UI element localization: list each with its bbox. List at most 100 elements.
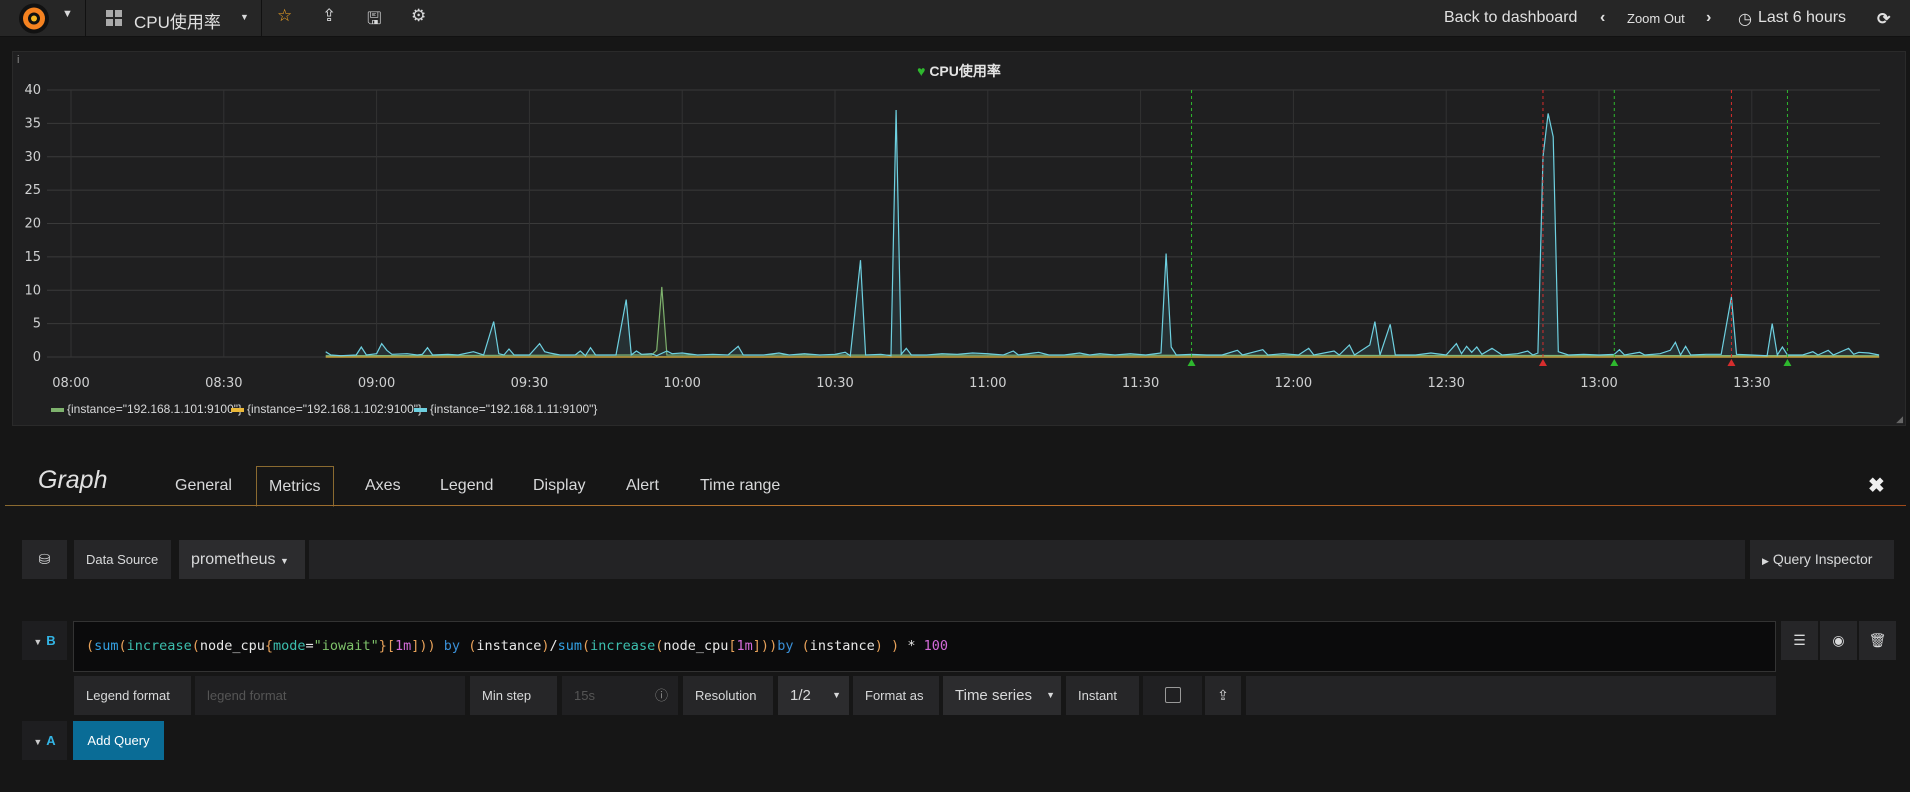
tab-legend[interactable]: Legend bbox=[428, 466, 505, 506]
legend-item[interactable]: {instance="192.168.1.11:9100"} bbox=[414, 402, 597, 416]
query-token: { bbox=[264, 638, 274, 654]
query-ref-id: B bbox=[46, 633, 56, 648]
series-line-2 bbox=[325, 109, 1880, 357]
share-icon[interactable]: ⇪ bbox=[322, 6, 336, 26]
legend-format-label: Legend format bbox=[74, 676, 191, 715]
time-range-picker[interactable]: Last 6 hours bbox=[1758, 9, 1846, 27]
query-token: ) bbox=[891, 638, 900, 654]
gear-icon[interactable]: ⚙ bbox=[411, 6, 426, 26]
instant-checkbox-cell bbox=[1143, 676, 1202, 715]
legend-item[interactable]: {instance="192.168.1.102:9100"} bbox=[231, 402, 422, 416]
query-token: increase bbox=[126, 638, 192, 654]
y-tick-label: 5 bbox=[33, 317, 41, 332]
query-row-b-toggle[interactable]: ▼ B bbox=[22, 621, 67, 660]
tab-alert[interactable]: Alert bbox=[614, 466, 671, 506]
x-tick-label: 10:00 bbox=[663, 376, 700, 391]
chevron-left-icon[interactable]: ‹ bbox=[1600, 9, 1605, 27]
y-tick-label: 25 bbox=[24, 183, 41, 198]
resolution-select[interactable]: 1/2 ▼ bbox=[778, 676, 849, 715]
y-tick-label: 15 bbox=[24, 250, 41, 265]
resolution-value: 1/2 bbox=[790, 687, 811, 704]
legend-item[interactable]: {instance="192.168.1.101:9100"} bbox=[51, 402, 242, 416]
tab-general[interactable]: General bbox=[163, 466, 244, 506]
dashboard-title[interactable]: CPU使用率 bbox=[134, 8, 221, 33]
caret-down-icon: ▼ bbox=[279, 556, 289, 566]
caret-down-icon[interactable]: ▼ bbox=[62, 8, 73, 20]
data-source-value: prometheus bbox=[191, 551, 276, 568]
legend-format-input[interactable]: legend format bbox=[195, 676, 465, 715]
query-expression-input[interactable]: (sum(increase(node_cpu{mode="iowait"}[1m… bbox=[73, 621, 1776, 672]
tabs-underline bbox=[5, 505, 1906, 506]
query-inspector-label: Query Inspector bbox=[1772, 551, 1873, 567]
caret-down-icon: ▼ bbox=[1046, 690, 1055, 700]
query-token: 1m bbox=[394, 638, 412, 654]
min-step-input[interactable]: 15s ⓘ bbox=[562, 676, 678, 715]
refresh-icon[interactable]: ⟳ bbox=[1877, 9, 1890, 29]
query-token bbox=[883, 638, 891, 654]
grafana-logo[interactable] bbox=[12, 2, 56, 35]
eye-icon[interactable]: ◉ bbox=[1820, 621, 1857, 660]
menu-icon[interactable]: ☰ bbox=[1781, 621, 1818, 660]
tab-axes[interactable]: Axes bbox=[353, 466, 413, 506]
query-token: mode bbox=[273, 638, 306, 654]
toolbar-filler bbox=[309, 540, 1745, 579]
tab-time-range[interactable]: Time range bbox=[688, 466, 792, 506]
query-token: ( bbox=[191, 638, 200, 654]
y-tick-label: 20 bbox=[24, 217, 41, 232]
query-token: by bbox=[777, 638, 802, 654]
caret-down-icon: ▼ bbox=[33, 737, 43, 747]
query-token: ] bbox=[752, 638, 761, 654]
query-token: ( bbox=[86, 638, 95, 654]
clock-icon: ◷ bbox=[1738, 11, 1752, 28]
x-tick-label: 11:00 bbox=[969, 376, 1006, 391]
zoom-out-button[interactable]: Zoom Out bbox=[1627, 11, 1685, 26]
query-token: ) bbox=[419, 638, 428, 654]
query-token: [ bbox=[386, 638, 395, 654]
star-icon[interactable]: ☆ bbox=[277, 6, 292, 26]
chevron-right-icon[interactable]: › bbox=[1706, 9, 1711, 27]
resolution-label: Resolution bbox=[683, 676, 773, 715]
caret-down-icon: ▼ bbox=[33, 637, 43, 647]
annotation-marker-ok bbox=[1610, 359, 1619, 366]
x-tick-label: 11:30 bbox=[1122, 376, 1159, 391]
legend-swatch bbox=[414, 407, 427, 412]
chart-canvas[interactable]: 0 5 10 15 20 25 30 35 40 08:00 08:30 09:00 09:30 10:0… bbox=[13, 52, 1907, 427]
trash-icon[interactable]: 🗑 bbox=[1859, 621, 1896, 660]
query-token: ) bbox=[427, 638, 436, 654]
resize-handle[interactable]: ◢ bbox=[1896, 414, 1903, 425]
save-icon[interactable]: 🖫 bbox=[367, 6, 381, 35]
graph-panel: i ♥ CPU使用率 0 5 10 15 20 25 30 35 40 08:00 08:30 09:… bbox=[12, 51, 1906, 426]
min-step-placeholder: 15s bbox=[574, 688, 595, 703]
data-source-select[interactable]: prometheus ▼ bbox=[179, 540, 305, 579]
query-token: * bbox=[899, 638, 924, 654]
y-tick-label: 30 bbox=[24, 150, 41, 165]
caret-right-icon: ▶ bbox=[1762, 556, 1769, 566]
back-to-dashboard-button[interactable]: Back to dashboard bbox=[1444, 9, 1577, 27]
database-icon: ⛁ bbox=[22, 540, 67, 579]
x-tick-label: 10:30 bbox=[816, 376, 853, 391]
query-inspector-button[interactable]: ▶ Query Inspector bbox=[1750, 540, 1894, 579]
min-step-label: Min step bbox=[470, 676, 557, 715]
query-token: node_cpu bbox=[199, 638, 265, 654]
x-tick-label: 08:00 bbox=[52, 376, 89, 391]
caret-down-icon[interactable]: ▼ bbox=[240, 12, 249, 22]
format-as-label: Format as bbox=[853, 676, 939, 715]
instant-label: Instant bbox=[1066, 676, 1139, 715]
format-as-select[interactable]: Time series ▼ bbox=[943, 676, 1061, 715]
x-tick-label: 12:30 bbox=[1427, 376, 1464, 391]
x-tick-label: 09:00 bbox=[358, 376, 395, 391]
divider bbox=[85, 0, 86, 37]
query-token: sum bbox=[557, 638, 583, 654]
tab-display[interactable]: Display bbox=[521, 466, 597, 506]
share-icon[interactable]: ⇪ bbox=[1205, 676, 1241, 715]
query-token: "iowait" bbox=[313, 638, 379, 654]
tab-metrics[interactable]: Metrics bbox=[256, 466, 334, 507]
instant-checkbox[interactable] bbox=[1165, 687, 1181, 703]
close-icon[interactable]: ✖ bbox=[1868, 473, 1885, 498]
query-token: ) bbox=[769, 638, 778, 654]
query-row-a-toggle[interactable]: ▼ A bbox=[22, 721, 67, 760]
y-tick-label: 35 bbox=[24, 116, 41, 131]
query-token: ( bbox=[801, 638, 810, 654]
info-icon: ⓘ bbox=[654, 688, 668, 703]
add-query-button[interactable]: Add Query bbox=[73, 721, 164, 760]
